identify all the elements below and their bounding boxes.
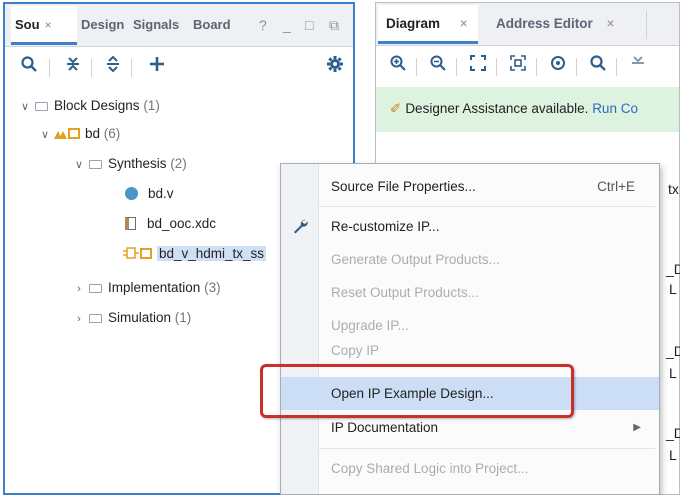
verilog-file-icon bbox=[125, 187, 138, 200]
menu-item-label: Copy IP bbox=[331, 344, 380, 358]
minimize-icon[interactable]: _ bbox=[283, 4, 291, 47]
diagram-fragment: L bbox=[669, 447, 677, 463]
tab-sources[interactable]: Sou × bbox=[11, 6, 77, 45]
menu-item-label: Reset Output Products... bbox=[331, 285, 479, 300]
tree-label: bd_ooc.xdc bbox=[147, 216, 217, 231]
tab-close-icon[interactable]: × bbox=[607, 16, 615, 31]
add-icon[interactable] bbox=[145, 55, 169, 79]
zoom-out-icon[interactable] bbox=[426, 54, 450, 78]
chevron-down-icon[interactable]: ∨ bbox=[37, 121, 53, 149]
menu-item-label: Re-customize IP... bbox=[331, 219, 440, 234]
collapse-all-icon[interactable] bbox=[61, 55, 85, 79]
menu-item-recustomize-ip[interactable]: Re-customize IP... bbox=[281, 210, 659, 243]
diagram-fragment: L bbox=[669, 281, 677, 297]
menu-item-copy-shared-logic[interactable]: Copy Shared Logic into Project... bbox=[281, 452, 659, 485]
menu-item-source-file-properties[interactable]: Source File Properties... Ctrl+E bbox=[281, 170, 659, 203]
menu-item-label: Generate Output Products... bbox=[331, 252, 500, 267]
tree-label: bd bbox=[85, 126, 101, 141]
diagram-tabbar: Diagram × Address Editor × bbox=[376, 3, 679, 46]
context-menu: Source File Properties... Ctrl+E Re-cust… bbox=[280, 163, 660, 495]
tab-close-icon[interactable]: × bbox=[45, 18, 52, 32]
tab-diagram-label: Diagram bbox=[386, 16, 441, 31]
tree-block-designs[interactable]: ∨ Block Designs (1) bbox=[17, 92, 160, 120]
tab-board[interactable]: Board bbox=[193, 6, 239, 45]
maximize-icon[interactable]: □ bbox=[305, 4, 313, 47]
tree-file-bd-ooc[interactable]: bd_ooc.xdc bbox=[125, 210, 216, 238]
tab-address-editor[interactable]: Address Editor × bbox=[484, 5, 644, 44]
restore-icon[interactable]: ⧉ bbox=[329, 4, 339, 47]
wrench-icon bbox=[294, 219, 308, 234]
menu-item-shortcut: Ctrl+E bbox=[597, 179, 635, 194]
tree-file-bd-v-hdmi[interactable]: bd_v_hdmi_tx_ss bbox=[123, 240, 267, 268]
help-icon[interactable]: ? bbox=[259, 4, 267, 47]
menu-item-label: Upgrade IP... bbox=[331, 318, 409, 333]
fit-view-icon[interactable] bbox=[466, 54, 490, 78]
zoom-in-icon[interactable] bbox=[386, 54, 410, 78]
tab-sources-label: Sou bbox=[15, 17, 40, 32]
tree-label: Simulation bbox=[108, 310, 172, 325]
diagram-fragment: tx bbox=[668, 181, 679, 197]
highlight-callout bbox=[260, 364, 574, 418]
folder-icon bbox=[89, 314, 102, 323]
folder-icon bbox=[89, 284, 102, 293]
tree-label: bd.v bbox=[148, 186, 174, 201]
tab-address-editor-label: Address Editor bbox=[496, 16, 593, 31]
tree-file-bd-v[interactable]: bd.v bbox=[125, 180, 174, 208]
chevron-down-icon[interactable]: ∨ bbox=[71, 151, 87, 179]
sources-tabbar: Sou × Design Signals Board ? _ □ ⧉ bbox=[5, 4, 353, 47]
search-icon[interactable] bbox=[17, 55, 41, 79]
tree-simulation[interactable]: › Simulation (1) bbox=[71, 304, 191, 332]
tab-signals[interactable]: Signals bbox=[133, 6, 189, 45]
tab-design[interactable]: Design bbox=[81, 6, 129, 45]
menu-item-label: Copy Shared Logic into Project... bbox=[331, 461, 529, 476]
search-icon[interactable] bbox=[586, 54, 610, 78]
tree-label-selected: bd_v_hdmi_tx_ss bbox=[157, 246, 267, 261]
tree-label: Implementation bbox=[108, 280, 201, 295]
tree-label: Synthesis bbox=[108, 156, 167, 171]
diagram-fragment: _D bbox=[666, 425, 680, 441]
menu-item-upgrade-ip[interactable]: Upgrade IP... bbox=[281, 309, 659, 342]
designer-assistance-banner: ✐ Designer Assistance available. Run Co bbox=[376, 87, 679, 132]
tab-close-icon[interactable]: × bbox=[460, 16, 468, 31]
tree-count: (6) bbox=[103, 126, 121, 141]
assist-text: Designer Assistance available. bbox=[405, 101, 589, 116]
constraints-file-icon bbox=[125, 217, 136, 230]
folder-icon bbox=[89, 160, 102, 169]
tree-label: Block Designs bbox=[54, 98, 140, 113]
submenu-arrow-icon: ▶ bbox=[633, 422, 641, 433]
collapse-icon[interactable] bbox=[626, 54, 650, 78]
tree-count: (2) bbox=[170, 156, 187, 171]
run-connection-link[interactable]: Run Co bbox=[592, 101, 638, 116]
gear-icon[interactable] bbox=[323, 55, 347, 79]
tree-implementation[interactable]: › Implementation (3) bbox=[71, 274, 221, 303]
diagram-toolbar bbox=[376, 48, 679, 84]
chevron-right-icon[interactable]: › bbox=[71, 305, 87, 333]
tab-diagram[interactable]: Diagram × bbox=[378, 5, 478, 44]
tree-count: (1) bbox=[174, 310, 192, 325]
diagram-fragment: _D bbox=[666, 261, 680, 277]
folder-icon bbox=[35, 102, 48, 111]
tree-count: (1) bbox=[143, 98, 160, 113]
target-icon[interactable] bbox=[546, 54, 570, 78]
tree-synthesis[interactable]: ∨ Synthesis (2) bbox=[71, 150, 187, 178]
menu-item-copy-ip[interactable]: Copy IP bbox=[281, 344, 659, 364]
diagram-fragment: L bbox=[669, 365, 677, 381]
tree-bd[interactable]: ∨ bd (6) bbox=[37, 120, 120, 148]
chevron-down-icon[interactable]: ∨ bbox=[17, 93, 33, 121]
fit-selection-icon[interactable] bbox=[506, 54, 530, 78]
block-design-icon bbox=[54, 128, 80, 139]
wand-icon: ✐ bbox=[390, 101, 402, 116]
menu-item-reset-output-products[interactable]: Reset Output Products... bbox=[281, 276, 659, 309]
diagram-fragment: _D bbox=[666, 343, 680, 359]
ip-icon bbox=[123, 247, 152, 259]
menu-item-generate-output-products[interactable]: Generate Output Products... bbox=[281, 243, 659, 276]
sources-toolbar bbox=[5, 49, 353, 85]
menu-item-label: Source File Properties... bbox=[331, 179, 476, 194]
expand-all-icon[interactable] bbox=[101, 55, 125, 79]
chevron-right-icon[interactable]: › bbox=[71, 275, 87, 303]
tree-count: (3) bbox=[204, 280, 221, 295]
